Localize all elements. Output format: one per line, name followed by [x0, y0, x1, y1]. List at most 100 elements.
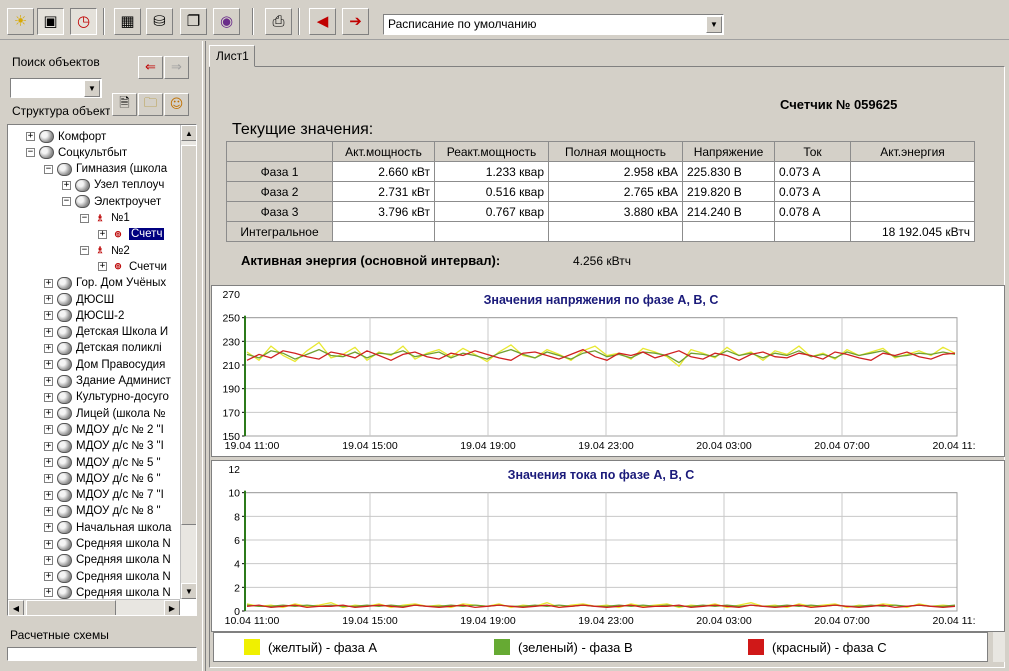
tree-item[interactable]: + ⊚ Счетч — [98, 226, 165, 243]
sun-icon[interactable]: ☀ — [7, 8, 34, 35]
legend-swatch-c — [748, 639, 764, 655]
expand-icon[interactable]: + — [44, 409, 53, 419]
exit-icon[interactable]: ➔ — [342, 8, 369, 35]
tree-item[interactable]: + МДОУ д/с № 5 " — [44, 454, 161, 471]
collapse-icon[interactable]: − — [62, 197, 71, 207]
table-cell: 219.820 В — [682, 181, 775, 202]
expand-icon[interactable]: + — [62, 180, 71, 190]
tree-item[interactable]: − Гимназия (школа — [44, 161, 167, 178]
table-cell: 0.073 А — [774, 161, 851, 182]
cd-icon[interactable]: ◉ — [213, 8, 240, 35]
expand-icon[interactable]: + — [44, 523, 53, 533]
expand-icon[interactable]: + — [44, 506, 53, 516]
scroll-up-icon[interactable]: ▲ — [181, 125, 196, 141]
expand-icon[interactable]: + — [44, 311, 53, 321]
tree-item[interactable]: + МДОУ д/с № 2 "I — [44, 421, 164, 438]
expand-icon[interactable]: + — [44, 588, 53, 598]
expand-icon[interactable]: + — [44, 360, 53, 370]
expand-icon[interactable]: + — [44, 539, 53, 549]
collapse-icon[interactable]: − — [80, 213, 89, 223]
expand-icon[interactable]: + — [44, 392, 53, 402]
tree-item[interactable]: + Здание Админист — [44, 373, 171, 390]
expand-icon[interactable]: + — [44, 441, 53, 451]
tree-vertical-scrollbar[interactable]: ▲ ▼ — [180, 125, 196, 599]
tree-item[interactable]: + Культурно-досуго — [44, 389, 169, 406]
collapse-icon[interactable]: − — [26, 148, 35, 158]
tree-item[interactable]: + Начальная школа — [44, 519, 171, 536]
scrollbar[interactable] — [993, 632, 1005, 662]
expand-icon[interactable]: + — [98, 262, 107, 272]
expand-icon[interactable]: + — [44, 572, 53, 582]
expand-icon[interactable]: + — [44, 327, 53, 337]
tree-item[interactable]: + Узел теплоуч — [62, 177, 164, 194]
schedule-select[interactable]: Расписание по умолчанию ▼ — [383, 14, 724, 35]
collapse-icon[interactable]: − — [80, 246, 89, 256]
tree-item[interactable]: + Средняя школа N — [44, 536, 171, 553]
tree-item[interactable]: + Средняя школа N — [44, 568, 171, 585]
expand-icon[interactable]: + — [44, 376, 53, 386]
tree-item[interactable]: + МДОУ д/с № 7 "I — [44, 487, 164, 504]
expand-icon[interactable]: + — [44, 343, 53, 353]
tree-item[interactable]: − Соцкультбыт — [26, 144, 127, 161]
tree-item[interactable]: + Дом Правосудия — [44, 356, 165, 373]
y-tick-label: 230 — [222, 336, 240, 348]
expand-icon[interactable]: + — [44, 474, 53, 484]
expand-icon[interactable]: + — [44, 425, 53, 435]
document-icon[interactable]: 🗎 — [112, 93, 137, 116]
y-tick-label: 210 — [222, 360, 240, 372]
splitter[interactable] — [202, 41, 206, 671]
calculator-icon[interactable]: ▦ — [114, 8, 141, 35]
chevron-down-icon[interactable]: ▼ — [84, 80, 100, 97]
scroll-thumb[interactable] — [26, 600, 116, 615]
table-cell: 214.240 В — [682, 201, 775, 222]
tree-item[interactable]: + ДЮСШ — [44, 291, 114, 308]
object-tree[interactable]: + Комфорт − Соцкультбыт − Гимназия (школа + Узе… — [7, 124, 197, 616]
scroll-down-icon[interactable]: ▼ — [181, 583, 196, 599]
tree-item-label: Счетч — [129, 228, 165, 241]
arrow-left-icon[interactable]: ◀ — [309, 8, 336, 35]
tree-item[interactable]: + Средняя школа N — [44, 552, 171, 569]
printer-icon[interactable]: ⎙ — [265, 8, 292, 35]
documents-icon[interactable]: ❐ — [180, 8, 207, 35]
tab-sheet[interactable]: Лист1 — [209, 45, 255, 67]
tree-item[interactable]: + МДОУ д/с № 8 " — [44, 503, 161, 520]
expand-icon[interactable]: + — [44, 490, 53, 500]
scroll-right-icon[interactable]: ▶ — [164, 600, 180, 615]
tree-item[interactable]: + Детская Школа И — [44, 324, 168, 341]
tree-item[interactable]: + Комфорт — [26, 128, 106, 145]
tree-item[interactable]: + Детская поликлі — [44, 340, 162, 357]
tree-item[interactable]: + ДЮСШ-2 — [44, 307, 124, 324]
tree-item[interactable]: + Гор. Дом Учёных — [44, 275, 166, 292]
chevron-down-icon[interactable]: ▼ — [706, 16, 722, 33]
tree-item[interactable]: + МДОУ д/с № 3 "I — [44, 438, 164, 455]
expand-icon[interactable]: + — [26, 132, 35, 141]
scroll-thumb[interactable] — [181, 145, 196, 525]
tree-item[interactable]: − ♗ №1 — [80, 210, 130, 227]
database-icon[interactable]: ⛁ — [146, 8, 173, 35]
clock-icon[interactable]: ◷ — [70, 8, 97, 35]
back-arrow-icon[interactable]: ⇐ — [138, 56, 163, 79]
tree-item[interactable]: + МДОУ д/с № 6 " — [44, 470, 161, 487]
expand-icon[interactable]: + — [98, 229, 107, 239]
objects-icon[interactable]: ▣ — [37, 8, 64, 35]
scroll-left-icon[interactable]: ◀ — [8, 600, 24, 615]
tree-item[interactable]: + Лицей (школа № — [44, 405, 165, 422]
schemes-list[interactable] — [7, 647, 197, 661]
building-icon — [57, 488, 72, 502]
x-tick-label: 19.04 23:00 — [578, 615, 634, 627]
user-icon[interactable]: ☺ — [164, 93, 189, 116]
search-combo[interactable]: ▼ — [10, 78, 102, 98]
tree-item[interactable]: + ⊚ Счетчи — [98, 258, 167, 275]
collapse-icon[interactable]: − — [44, 164, 53, 174]
expand-icon[interactable]: + — [44, 278, 53, 288]
expand-icon[interactable]: + — [44, 458, 53, 467]
expand-icon[interactable]: + — [44, 555, 53, 565]
expand-icon[interactable]: + — [44, 295, 53, 304]
forward-arrow-icon[interactable]: ⇒ — [164, 56, 189, 79]
tree-horizontal-scrollbar[interactable]: ◀ ▶ — [8, 599, 180, 615]
folder-icon[interactable]: 🗀 — [138, 93, 163, 116]
tree-item[interactable]: − Электроучет — [62, 193, 161, 210]
x-tick-label: 19.04 23:00 — [578, 440, 634, 452]
search-label: Поиск объектов — [12, 55, 100, 69]
tree-item[interactable]: − ♗ №2 — [80, 242, 130, 259]
